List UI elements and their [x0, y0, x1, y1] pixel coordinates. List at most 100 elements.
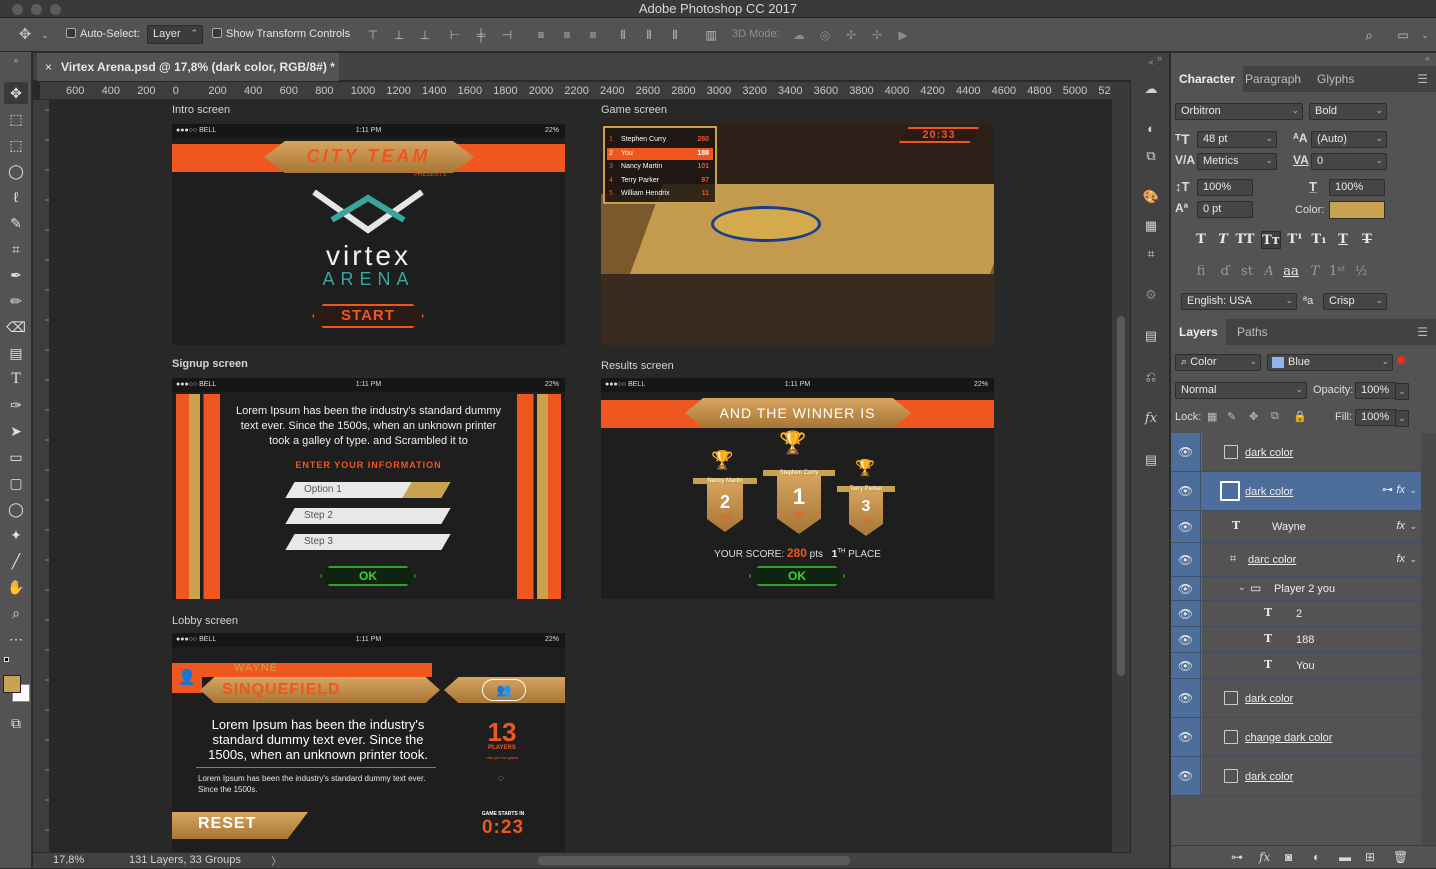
distribute-left-icon[interactable]: ⫴ — [616, 28, 630, 42]
foreground-color-swatch[interactable] — [3, 675, 21, 693]
layer-effects-icon[interactable]: fx — [1396, 520, 1405, 532]
artboard-intro[interactable]: ●●●○○ BELL 1:11 PM 22% CITY TEAM PRESENTS … — [172, 124, 565, 345]
history-icon[interactable]: ⎌ — [1142, 368, 1160, 386]
artboard-label-results[interactable]: Results screen — [601, 360, 674, 372]
all-caps-icon[interactable]: TT — [1235, 231, 1255, 249]
pen-tool-icon[interactable]: ✑ — [4, 394, 28, 416]
document-canvas[interactable]: Intro screen ●●●○○ BELL 1:11 PM 22% CITY T… — [50, 100, 1112, 852]
add-style-icon[interactable]: fx — [1259, 850, 1270, 864]
tracking-field[interactable]: 0 ⌄ — [1311, 153, 1387, 170]
faux-bold-icon[interactable]: T — [1191, 231, 1211, 249]
language-select[interactable]: English: USA ⌄ — [1181, 293, 1297, 310]
ligatures-icon[interactable]: ﬁ — [1191, 263, 1211, 281]
old-style-icon[interactable]: ɗ — [1215, 263, 1235, 281]
visibility-eye-icon[interactable]: 👁 — [1171, 543, 1201, 576]
align-right-icon[interactable]: ⊣ — [500, 28, 514, 42]
transform-icon[interactable]: ⌗ — [1142, 245, 1160, 263]
3d-pan-icon[interactable]: ✣ — [844, 28, 858, 42]
distribute-hcenter-icon[interactable]: ⫴ — [642, 28, 656, 42]
artboard-label-signup[interactable]: Signup screen — [172, 358, 248, 370]
lock-all-icon[interactable]: 🔒 — [1293, 410, 1307, 423]
visibility-eye-icon[interactable]: 👁 — [1171, 601, 1201, 626]
layer-row[interactable]: 👁 T You — [1171, 653, 1421, 679]
eraser-tool-icon[interactable]: ⌫ — [4, 316, 28, 338]
layers-scrollbar[interactable] — [1421, 433, 1436, 845]
type-tool-icon[interactable]: T — [4, 368, 28, 390]
layer-filter-kind-select[interactable]: ⌕ Color ⌄ — [1175, 354, 1261, 371]
grid-icon[interactable]: ▦ — [1142, 217, 1160, 235]
titling-icon[interactable]: T — [1305, 263, 1325, 281]
show-transform-checkbox[interactable]: Show Transform Controls — [212, 28, 350, 40]
lock-position-icon[interactable]: ✥ — [1249, 410, 1258, 423]
crop-tool-icon[interactable]: ⌗ — [4, 238, 28, 260]
artboard-lobby[interactable]: ●●●○○ BELL 1:11 PM 22% 👤 WAYNE SINQUEFIELD… — [172, 633, 565, 852]
3d-scale-icon[interactable]: ▶ — [896, 28, 910, 42]
distribute-bottom-icon[interactable]: ≡ — [586, 28, 600, 42]
rectangle-tool-icon[interactable]: ▭ — [4, 446, 28, 468]
tab-layers[interactable]: Layers — [1171, 319, 1226, 345]
artboard-tool-icon[interactable]: ⬚ — [4, 108, 28, 130]
step2-field[interactable]: Step 2 — [285, 508, 451, 524]
panel-menu-icon[interactable]: ☰ — [1417, 72, 1428, 86]
cc-libraries-icon[interactable]: ☁ — [1142, 80, 1160, 98]
align-bottom-icon[interactable]: ⊥ — [418, 28, 432, 42]
layer-row[interactable]: 👁 T 2 — [1171, 601, 1421, 627]
artboard-results[interactable]: ●●●○○ BELL 1:11 PM 22% AND THE WINNER IS 🏆… — [601, 378, 994, 599]
adjustments-icon[interactable]: ◐ — [1142, 120, 1160, 138]
move-tool-icon[interactable]: ✥ — [4, 82, 28, 104]
artboard-label-game[interactable]: Game screen — [601, 104, 667, 116]
font-size-field[interactable]: 48 pt ⌄ — [1197, 131, 1277, 148]
signup-ok-button[interactable]: OK — [320, 566, 416, 586]
screen-mode-icon[interactable]: ⧉ — [4, 712, 28, 734]
layer-effects-icon[interactable]: fx — [1396, 484, 1405, 496]
layer-row[interactable]: 👁 dark color — [1171, 433, 1421, 472]
lock-transparent-icon[interactable]: ▦ — [1207, 410, 1217, 423]
layer-filter-color-select[interactable]: Blue ⌄ — [1267, 354, 1393, 371]
swash-icon[interactable]: A — [1259, 263, 1279, 281]
fill-chevron-icon[interactable]: ⌄ — [1395, 410, 1409, 427]
distribute-right-icon[interactable]: ⫴ — [668, 28, 682, 42]
strikethrough-icon[interactable]: T — [1357, 231, 1377, 249]
swatches-icon[interactable]: 🎨 — [1142, 188, 1160, 206]
layer-effects-icon[interactable]: fx — [1396, 553, 1405, 565]
results-ok-button[interactable]: OK — [749, 566, 845, 586]
add-mask-icon[interactable]: ◙ — [1285, 850, 1292, 864]
distribute-vcenter-icon[interactable]: ≡ — [560, 28, 574, 42]
new-layer-icon[interactable]: ⊞ — [1365, 850, 1375, 864]
workspace-chevron-icon[interactable]: ⌄ — [1418, 28, 1432, 42]
start-button[interactable]: START — [312, 304, 424, 328]
expand-panels-icon[interactable]: « — [1425, 53, 1430, 63]
scroll-thumb[interactable] — [1117, 316, 1125, 676]
lock-pixels-icon[interactable]: ✎ — [1227, 410, 1236, 423]
visibility-eye-icon[interactable]: 👁 — [1171, 627, 1201, 652]
adjustment-layer-icon[interactable]: ◐ — [1313, 850, 1320, 864]
path-selection-icon[interactable]: ➤ — [4, 420, 28, 442]
delete-layer-icon[interactable]: 🗑 — [1393, 850, 1408, 864]
horizontal-scroll-thumb[interactable] — [538, 856, 850, 865]
link-layers-icon[interactable]: ⊶ — [1231, 850, 1243, 864]
opacity-chevron-icon[interactable]: ⌄ — [1395, 383, 1409, 400]
layer-row[interactable]: 👁 change dark color — [1171, 718, 1421, 757]
opacity-field[interactable]: 100% — [1355, 382, 1397, 399]
3d-slide-icon[interactable]: ✢ — [870, 28, 884, 42]
underline-icon[interactable]: T — [1333, 231, 1353, 249]
layer-row[interactable]: 👁 dark color — [1171, 757, 1421, 796]
marquee-tool-icon[interactable]: ⬚ — [4, 134, 28, 156]
visibility-eye-icon[interactable]: 👁 — [1171, 757, 1201, 795]
eyedropper-tool-icon[interactable]: ✒ — [4, 264, 28, 286]
auto-align-icon[interactable]: ▥ — [704, 28, 718, 42]
expand-effects-chevron-icon[interactable]: ⌄ — [1409, 485, 1417, 496]
visibility-eye-icon[interactable]: 👁 — [1171, 718, 1201, 756]
layer-row[interactable]: 👁 ⌄ ▭ Player 2 you — [1171, 577, 1421, 601]
filter-toggle-icon[interactable] — [1397, 356, 1405, 364]
document-tab[interactable]: × Virtex Arena.psd @ 17,8% (dark color, R… — [37, 53, 339, 81]
kerning-field[interactable]: Metrics ⌄ — [1197, 153, 1277, 170]
leading-field[interactable]: (Auto) ⌄ — [1311, 131, 1387, 148]
line-tool-icon[interactable]: ╱ — [4, 550, 28, 572]
move-tool-icon[interactable]: ✥ — [18, 27, 32, 42]
rounded-rect-tool-icon[interactable]: ▢ — [4, 472, 28, 494]
artboard-game[interactable]: 20:33 1 Stephen Curry 280 2 You 188 3 Nancy Mar… — [601, 124, 994, 345]
tool-preset-chevron-icon[interactable]: ⌄ — [38, 28, 52, 42]
layer-row[interactable]: 👁 T Wayne fx ⌄ — [1171, 511, 1421, 543]
gear-icon[interactable]: ⚙ — [1142, 286, 1160, 304]
